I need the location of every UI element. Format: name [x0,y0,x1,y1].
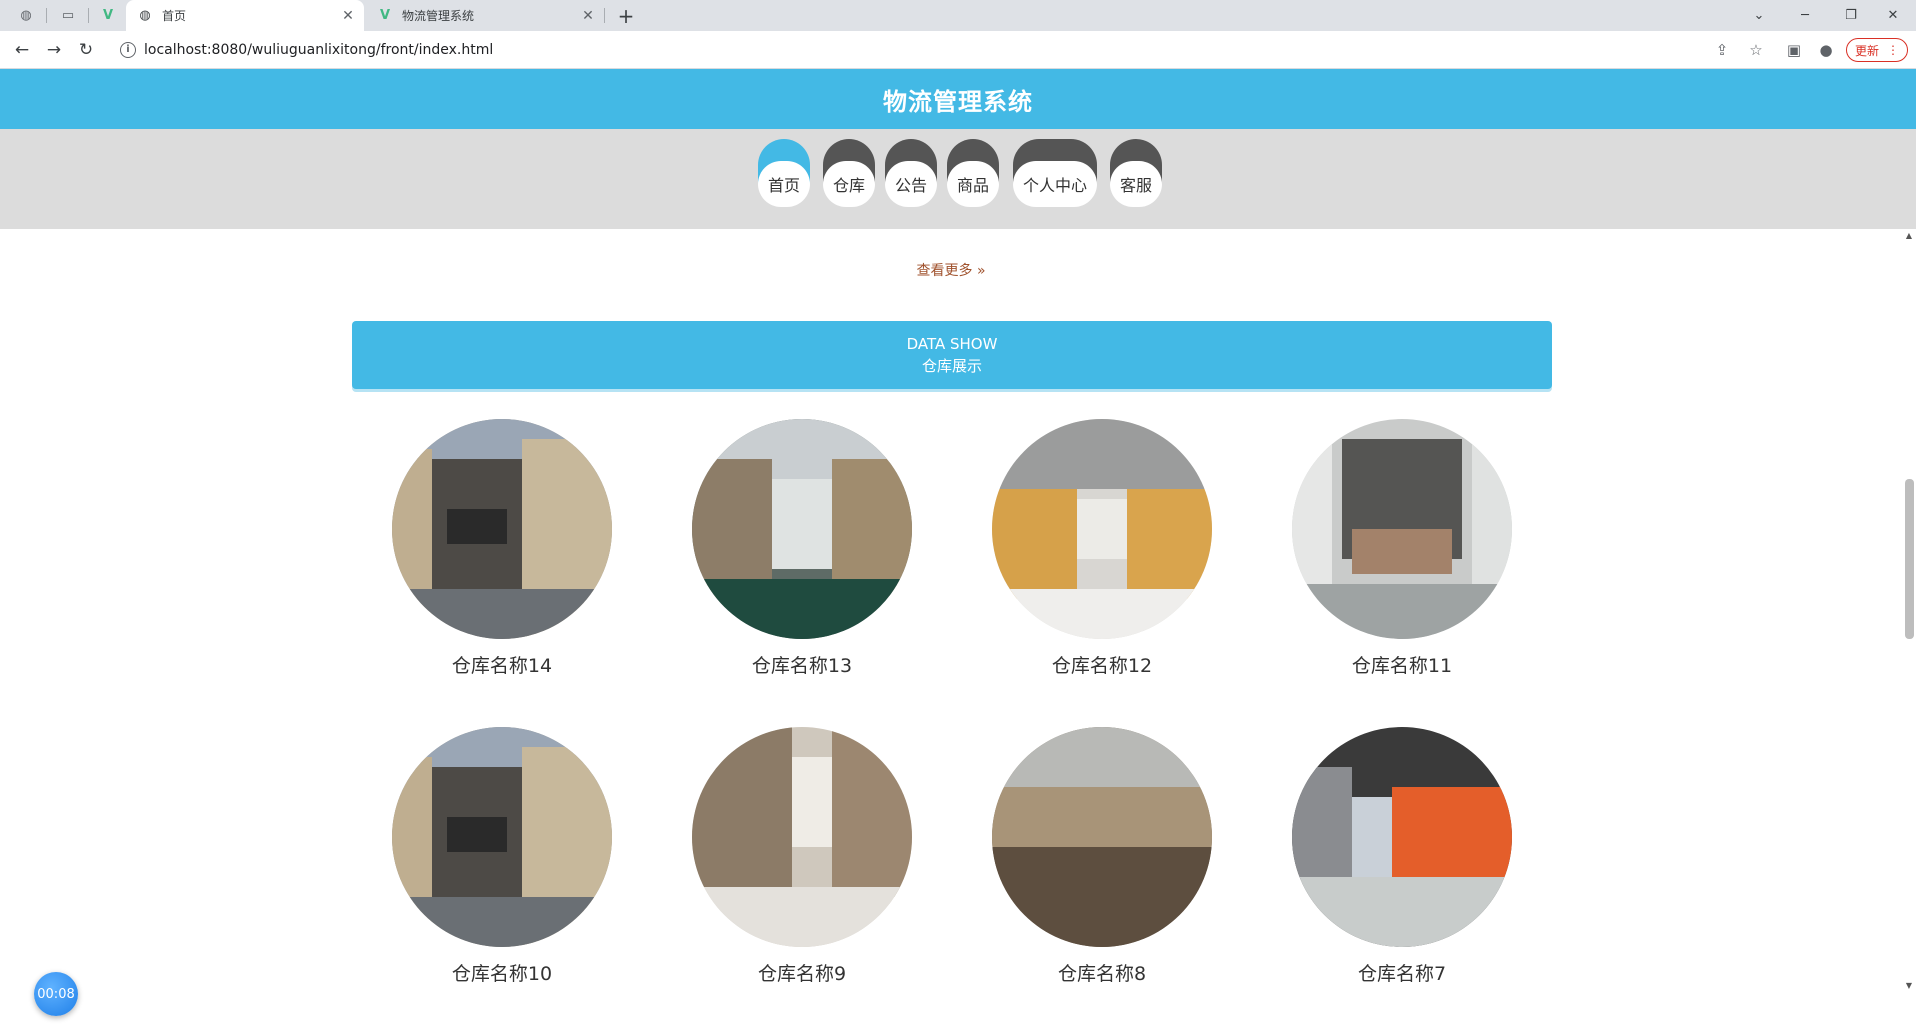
warehouse-image[interactable] [992,727,1212,947]
profile-button[interactable]: ● [1812,36,1840,64]
warehouse-image[interactable] [692,727,912,947]
warehouse-image[interactable] [392,727,612,947]
warehouse-image[interactable] [392,419,612,639]
pinned-tab-mail[interactable]: ▭ [52,0,84,31]
back-button[interactable]: ← [8,36,36,64]
tab-title: 首页 [162,9,187,23]
timer-text: 00:08 [37,986,75,1002]
scroll-down-icon[interactable]: ▼ [1902,981,1916,990]
tab-home[interactable]: ◍ 首页 ✕ [126,0,364,31]
scroll-up-icon[interactable]: ▲ [1902,231,1916,240]
vue-logo-icon: V [379,8,391,23]
warehouse-name: 仓库名称8 [1057,963,1147,985]
profile-icon: ● [1819,41,1833,59]
tab-logistics[interactable]: V 物流管理系统 ✕ [366,0,604,31]
tab-separator [46,8,47,23]
tab-separator [604,8,605,23]
warehouse-image[interactable] [1292,419,1512,639]
vue-logo-icon: V [102,8,114,23]
main-nav: 首页 仓库 公告 商品 个人中心 客服 [0,129,1916,229]
warehouse-name: 仓库名称14 [451,655,553,677]
close-icon[interactable]: ✕ [578,8,598,24]
arrow-right-icon: → [46,40,62,60]
reload-icon: ↻ [78,40,94,60]
mail-icon: ▭ [61,8,75,23]
warehouse-name: 仓库名称11 [1351,655,1453,677]
warehouse-name: 仓库名称12 [1051,655,1153,677]
warehouse-image[interactable] [692,419,912,639]
new-tab-button[interactable]: + [612,0,640,31]
site-title: 物流管理系统 [883,87,1033,116]
nav-item-home[interactable]: 首页 [758,139,810,209]
nav-label: 商品 [947,161,999,207]
site-header: 物流管理系统 [0,69,1916,129]
warehouse-name: 仓库名称10 [451,963,553,985]
share-button[interactable]: ⇪ [1708,36,1736,64]
browser-tabstrip: ◍ ▭ V ◍ 首页 ✕ V 物流管理系统 ✕ + ⌄ ─ ❐ ✕ [0,0,1916,31]
kebab-menu-icon: ⋮ [1887,43,1899,57]
warehouse-image[interactable] [1292,727,1512,947]
nav-label: 首页 [758,161,810,207]
double-chevron-right-icon: » [976,263,986,279]
warehouse-name: 仓库名称13 [751,655,853,677]
forward-button[interactable]: → [40,36,68,64]
page-scrollbar[interactable]: ▲ ▼ [1902,229,1916,1034]
pinned-tab-globe[interactable]: ◍ [10,0,42,31]
globe-icon: ◍ [139,8,151,23]
section-title-en: DATA SHOW [906,335,998,353]
address-bar[interactable]: i localhost:8080/wuliuguanlixitong/front… [110,35,1720,65]
side-panel-button[interactable]: ▣ [1780,36,1808,64]
nav-item-warehouse[interactable]: 仓库 [823,139,875,209]
nav-item-notice[interactable]: 公告 [885,139,937,209]
view-more-label: 查看更多 [916,263,973,279]
warehouse-name: 仓库名称7 [1357,963,1447,985]
nav-item-profile[interactable]: 个人中心 [1013,139,1097,209]
reload-button[interactable]: ↻ [72,36,100,64]
close-icon: ✕ [1887,8,1899,23]
nav-label: 公告 [885,161,937,207]
url-text: localhost:8080/wuliuguanlixitong/front/i… [144,42,494,58]
update-button[interactable]: 更新 ⋮ [1846,38,1908,62]
nav-label: 个人中心 [1013,161,1097,207]
update-label: 更新 [1854,43,1879,58]
browser-toolbar: ← → ↻ i localhost:8080/wuliuguanlixitong… [0,31,1916,69]
globe-icon: ◍ [20,8,32,23]
bookmark-button[interactable]: ☆ [1742,36,1770,64]
arrow-left-icon: ← [14,40,30,60]
close-window-button[interactable]: ✕ [1870,0,1916,31]
restore-icon: ❐ [1845,8,1857,23]
warehouse-image[interactable] [992,419,1212,639]
side-panel-icon: ▣ [1786,41,1802,59]
minimize-icon: ─ [1801,8,1809,23]
section-banner: DATA SHOW 仓库展示 [352,321,1552,389]
nav-label: 仓库 [823,161,875,207]
minimize-button[interactable]: ─ [1782,0,1828,31]
tab-separator [88,8,89,23]
nav-item-goods[interactable]: 商品 [947,139,999,209]
tab-title: 物流管理系统 [402,9,475,23]
pinned-tab-vue[interactable]: V [92,0,124,31]
scrollbar-thumb[interactable] [1905,479,1914,639]
plus-icon: + [617,3,635,28]
close-icon[interactable]: ✕ [338,8,358,24]
chevron-down-icon: ⌄ [1753,8,1765,23]
share-icon: ⇪ [1715,41,1729,59]
tab-search-button[interactable]: ⌄ [1736,0,1782,31]
warehouse-name: 仓库名称9 [757,963,847,985]
section-title-zh: 仓库展示 [921,357,982,375]
restore-button[interactable]: ❐ [1828,0,1874,31]
recording-timer[interactable]: 00:08 [34,972,78,1016]
view-more-link[interactable]: 查看更多 » [0,260,1902,280]
star-icon: ☆ [1749,41,1763,59]
nav-item-service[interactable]: 客服 [1110,139,1162,209]
nav-label: 客服 [1110,161,1162,207]
info-icon[interactable]: i [120,42,136,58]
